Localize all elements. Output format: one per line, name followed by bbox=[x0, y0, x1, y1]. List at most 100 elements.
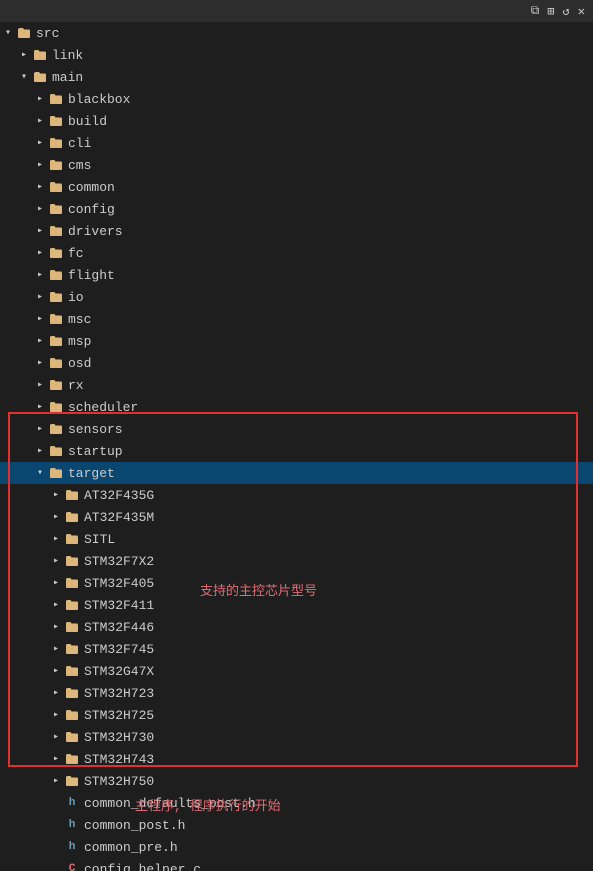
tree-item-build[interactable]: build bbox=[0, 110, 593, 132]
arrow-msp[interactable] bbox=[32, 333, 48, 349]
split-icon[interactable]: ⊞ bbox=[547, 4, 554, 19]
tree-item-main[interactable]: main bbox=[0, 66, 593, 88]
arrow-link[interactable] bbox=[16, 47, 32, 63]
tree-item-common_defaults_post.h[interactable]: hcommon_defaults_post.h bbox=[0, 792, 593, 814]
label-STM32H743: STM32H743 bbox=[84, 752, 154, 767]
arrow-main[interactable] bbox=[16, 69, 32, 85]
arrow-STM32F745[interactable] bbox=[48, 641, 64, 657]
tree-item-drivers[interactable]: drivers bbox=[0, 220, 593, 242]
tree-item-rx[interactable]: rx bbox=[0, 374, 593, 396]
icon-STM32H725 bbox=[64, 707, 80, 723]
tree-item-STM32F405[interactable]: STM32F405 bbox=[0, 572, 593, 594]
arrow-build[interactable] bbox=[32, 113, 48, 129]
tree-item-common_pre.h[interactable]: h common_pre.h bbox=[0, 836, 593, 858]
arrow-blackbox[interactable] bbox=[32, 91, 48, 107]
arrow-startup[interactable] bbox=[32, 443, 48, 459]
tree-item-STM32F745[interactable]: STM32F745 bbox=[0, 638, 593, 660]
tree-item-STM32F446[interactable]: STM32F446 bbox=[0, 616, 593, 638]
tree-item-STM32H723[interactable]: STM32H723 bbox=[0, 682, 593, 704]
arrow-STM32H743[interactable] bbox=[48, 751, 64, 767]
arrow-target[interactable] bbox=[32, 465, 48, 481]
label-target: target bbox=[68, 466, 115, 481]
label-main: main bbox=[52, 70, 83, 85]
icon-STM32F411 bbox=[64, 597, 80, 613]
arrow-STM32F446[interactable] bbox=[48, 619, 64, 635]
arrow-AT32F435M[interactable] bbox=[48, 509, 64, 525]
tree-item-sensors[interactable]: sensors bbox=[0, 418, 593, 440]
tree-item-STM32H730[interactable]: STM32H730 bbox=[0, 726, 593, 748]
arrow-msc[interactable] bbox=[32, 311, 48, 327]
tree-item-STM32F411[interactable]: STM32F411 bbox=[0, 594, 593, 616]
tree-item-common_post.h[interactable]: hcommon_post.h bbox=[0, 814, 593, 836]
arrow-STM32H725[interactable] bbox=[48, 707, 64, 723]
label-common_pre.h: common_pre.h bbox=[84, 840, 178, 855]
arrow-scheduler[interactable] bbox=[32, 399, 48, 415]
arrow-STM32H750[interactable] bbox=[48, 773, 64, 789]
tree-item-cms[interactable]: cms bbox=[0, 154, 593, 176]
icon-common_pre.h: h bbox=[64, 839, 80, 855]
arrow-fc[interactable] bbox=[32, 245, 48, 261]
label-AT32F435G: AT32F435G bbox=[84, 488, 154, 503]
tree-item-io[interactable]: io bbox=[0, 286, 593, 308]
arrow-STM32H730[interactable] bbox=[48, 729, 64, 745]
tree-item-src[interactable]: src bbox=[0, 22, 593, 44]
arrow-cli[interactable] bbox=[32, 135, 48, 151]
label-src: src bbox=[36, 26, 59, 41]
tree-item-startup[interactable]: startup bbox=[0, 440, 593, 462]
tree-item-config_helper.c[interactable]: Cconfig_helper.c bbox=[0, 858, 593, 871]
arrow-src[interactable] bbox=[0, 25, 16, 41]
tree-item-msc[interactable]: msc bbox=[0, 308, 593, 330]
arrow-STM32H723[interactable] bbox=[48, 685, 64, 701]
arrow-osd[interactable] bbox=[32, 355, 48, 371]
arrow-drivers[interactable] bbox=[32, 223, 48, 239]
refresh-icon[interactable]: ↺ bbox=[563, 4, 570, 19]
icon-scheduler bbox=[48, 399, 64, 415]
tree-item-AT32F435G[interactable]: AT32F435G bbox=[0, 484, 593, 506]
tree-item-STM32F7X2[interactable]: STM32F7X2 bbox=[0, 550, 593, 572]
tree-item-scheduler[interactable]: scheduler bbox=[0, 396, 593, 418]
tree-item-common[interactable]: common bbox=[0, 176, 593, 198]
label-common_post.h: common_post.h bbox=[84, 818, 185, 833]
tree-item-config[interactable]: config bbox=[0, 198, 593, 220]
close-icon[interactable]: ✕ bbox=[578, 4, 585, 19]
title-bar-right[interactable]: ⧉ ⊞ ↺ ✕ bbox=[531, 4, 585, 19]
copy-icon[interactable]: ⧉ bbox=[531, 4, 540, 18]
arrow-sensors[interactable] bbox=[32, 421, 48, 437]
label-osd: osd bbox=[68, 356, 91, 371]
tree-item-fc[interactable]: fc bbox=[0, 242, 593, 264]
arrow-cms[interactable] bbox=[32, 157, 48, 173]
tree-item-link[interactable]: link bbox=[0, 44, 593, 66]
icon-flight bbox=[48, 267, 64, 283]
icon-STM32H730 bbox=[64, 729, 80, 745]
arrow-config[interactable] bbox=[32, 201, 48, 217]
arrow-STM32F405[interactable] bbox=[48, 575, 64, 591]
tree-item-AT32F435M[interactable]: AT32F435M bbox=[0, 506, 593, 528]
arrow-STM32F411[interactable] bbox=[48, 597, 64, 613]
arrow-common[interactable] bbox=[32, 179, 48, 195]
label-STM32F446: STM32F446 bbox=[84, 620, 154, 635]
label-sensors: sensors bbox=[68, 422, 123, 437]
tree-item-STM32H725[interactable]: STM32H725 bbox=[0, 704, 593, 726]
tree-item-STM32H743[interactable]: STM32H743 bbox=[0, 748, 593, 770]
arrow-AT32F435G[interactable] bbox=[48, 487, 64, 503]
arrow-flight[interactable] bbox=[32, 267, 48, 283]
tree-item-STM32G47X[interactable]: STM32G47X bbox=[0, 660, 593, 682]
tree-item-STM32H750[interactable]: STM32H750 bbox=[0, 770, 593, 792]
tree-item-flight[interactable]: flight bbox=[0, 264, 593, 286]
tree-item-target[interactable]: target bbox=[0, 462, 593, 484]
tree-item-blackbox[interactable]: blackbox bbox=[0, 88, 593, 110]
arrow-STM32F7X2[interactable] bbox=[48, 553, 64, 569]
tree-item-cli[interactable]: cli bbox=[0, 132, 593, 154]
file-explorer[interactable]: src link main blackboxbuildclicmscommonconf… bbox=[0, 22, 593, 871]
icon-msp bbox=[48, 333, 64, 349]
tree-item-msp[interactable]: msp bbox=[0, 330, 593, 352]
label-STM32H723: STM32H723 bbox=[84, 686, 154, 701]
arrow-SITL[interactable] bbox=[48, 531, 64, 547]
arrow-STM32G47X[interactable] bbox=[48, 663, 64, 679]
arrow-rx[interactable] bbox=[32, 377, 48, 393]
label-common_defaults_post.h: common_defaults_post.h bbox=[84, 796, 256, 811]
arrow-io[interactable] bbox=[32, 289, 48, 305]
tree-item-osd[interactable]: osd bbox=[0, 352, 593, 374]
tree-item-SITL[interactable]: SITL bbox=[0, 528, 593, 550]
icon-sensors bbox=[48, 421, 64, 437]
